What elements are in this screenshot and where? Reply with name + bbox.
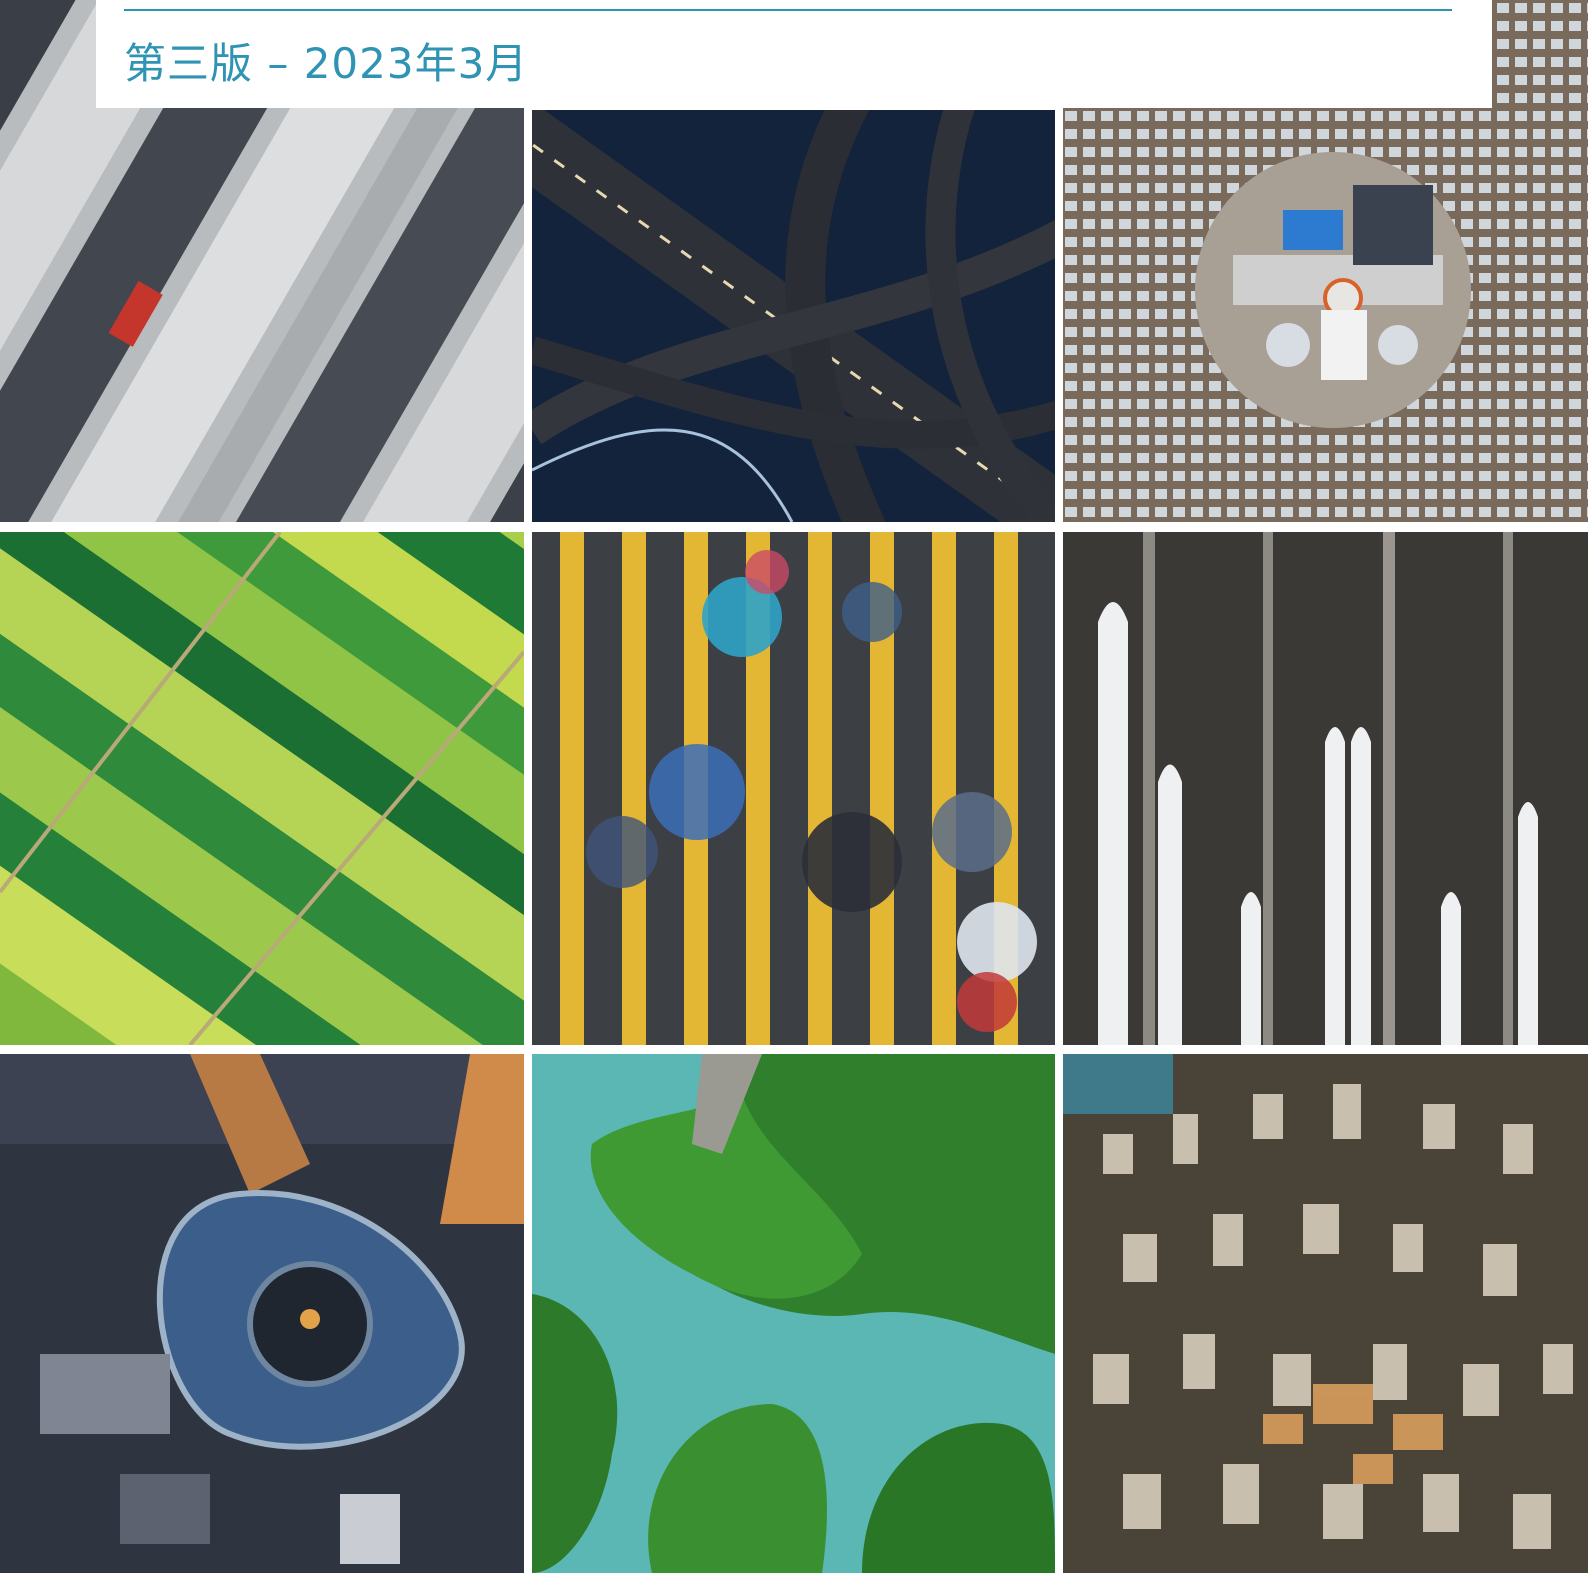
photo-grid: [0, 0, 1588, 1573]
photo-green-islands: [532, 1054, 1055, 1573]
photo-crosswalk: [532, 532, 1055, 1045]
photo-high-speed-trains: [1063, 532, 1588, 1045]
photo-highway-interchange: [532, 110, 1055, 522]
edition-banner: 第三版 – 2023年3月: [96, 0, 1492, 108]
edition-label: 第三版 – 2023年3月: [124, 39, 529, 88]
photo-farmland: [0, 532, 524, 1045]
photo-skyscraper-rooftop: [0, 1054, 524, 1573]
photo-dense-city: [1063, 1054, 1588, 1573]
banner-rule: [124, 9, 1452, 11]
